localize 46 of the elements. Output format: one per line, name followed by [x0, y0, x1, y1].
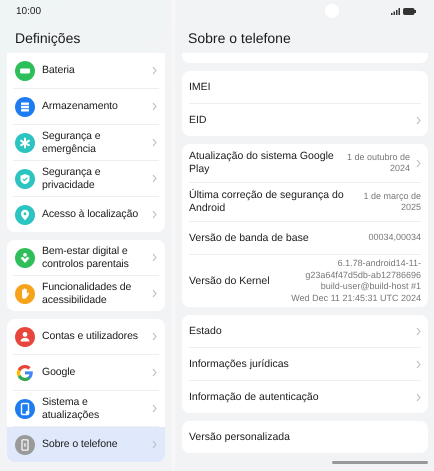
info-row[interactable]: Informações jurídicas — [189, 348, 421, 381]
info-row: IMEI — [189, 71, 421, 104]
info-value: 6.1.78-android14-11- g23a64f47d5db-ab12786696 build-user@build-host #1 Wed Dec 11 21:45:31 UTC 2024 — [291, 257, 421, 304]
info-value: 00034,00034 — [368, 231, 421, 244]
page-title: Sobre o telefone — [187, 28, 292, 48]
info-row: Versão do Kernel 6.1.78-android14-11- g23a64f47d5db-ab12786696 build-user@build-host #1 Wed Dec 11 21:45:31 UTC 2024 — [189, 255, 421, 307]
sidebar-item[interactable]: Contas e utilizadores — [13, 319, 159, 355]
info-value: 1 de março de 2025 — [363, 190, 421, 214]
sidebar-item[interactable]: Segurança e privacidade — [13, 161, 159, 197]
sidebar-item[interactable]: Sobre o telefone — [7, 427, 165, 462]
chevron-icon — [152, 210, 157, 219]
sidebar-item[interactable]: Segurança e emergência — [13, 125, 159, 161]
status-time: 10:00 — [16, 6, 42, 16]
chevron-icon — [416, 326, 421, 336]
sidebar-item[interactable]: Armazenamento — [13, 89, 159, 125]
google-g-icon — [15, 362, 35, 382]
chevron-icon — [152, 440, 157, 449]
chevron-icon — [416, 392, 421, 402]
chevron-icon — [152, 404, 157, 413]
info-row[interactable]: Informação de autenticação — [189, 381, 421, 413]
chevron-icon — [152, 174, 157, 183]
info-row-text: Versão personalizada — [189, 430, 291, 444]
chevron-icon — [152, 289, 157, 298]
chevron-icon — [152, 138, 157, 147]
info-row: Última correção de segurança do Android 1 de março de 2025 — [189, 183, 421, 222]
info-row[interactable]: Atualização do sistema Google Play 1 de outubro de 2024 — [189, 144, 421, 183]
info-row[interactable]: Estado — [189, 315, 421, 348]
sidebar-item[interactable]: Acesso à localização — [13, 197, 159, 232]
sidebar-item[interactable]: Funcionalidades de acessibilidade — [13, 276, 159, 311]
settings-title: Definições — [14, 28, 82, 48]
chevron-icon — [416, 116, 421, 124]
signal-icon — [391, 8, 400, 14]
info-row: Versão de banda de base 00034,00034 — [189, 222, 421, 255]
chevron-icon — [416, 158, 421, 168]
chevron-icon — [152, 368, 157, 377]
chevron-icon — [152, 66, 157, 75]
chevron-icon — [152, 332, 157, 341]
info-row[interactable]: EID — [189, 104, 421, 136]
sidebar-item[interactable]: Bateria — [13, 53, 159, 89]
chevron-icon — [416, 360, 421, 368]
battery-icon — [403, 8, 416, 14]
info-value: 1 de outubro de 2024 — [346, 150, 410, 175]
chevron-icon — [152, 253, 157, 262]
chevron-icon — [152, 102, 157, 111]
sidebar-item[interactable]: Google — [13, 355, 159, 391]
sidebar-item[interactable]: Bem-estar digital e controlos parentais — [13, 240, 159, 276]
